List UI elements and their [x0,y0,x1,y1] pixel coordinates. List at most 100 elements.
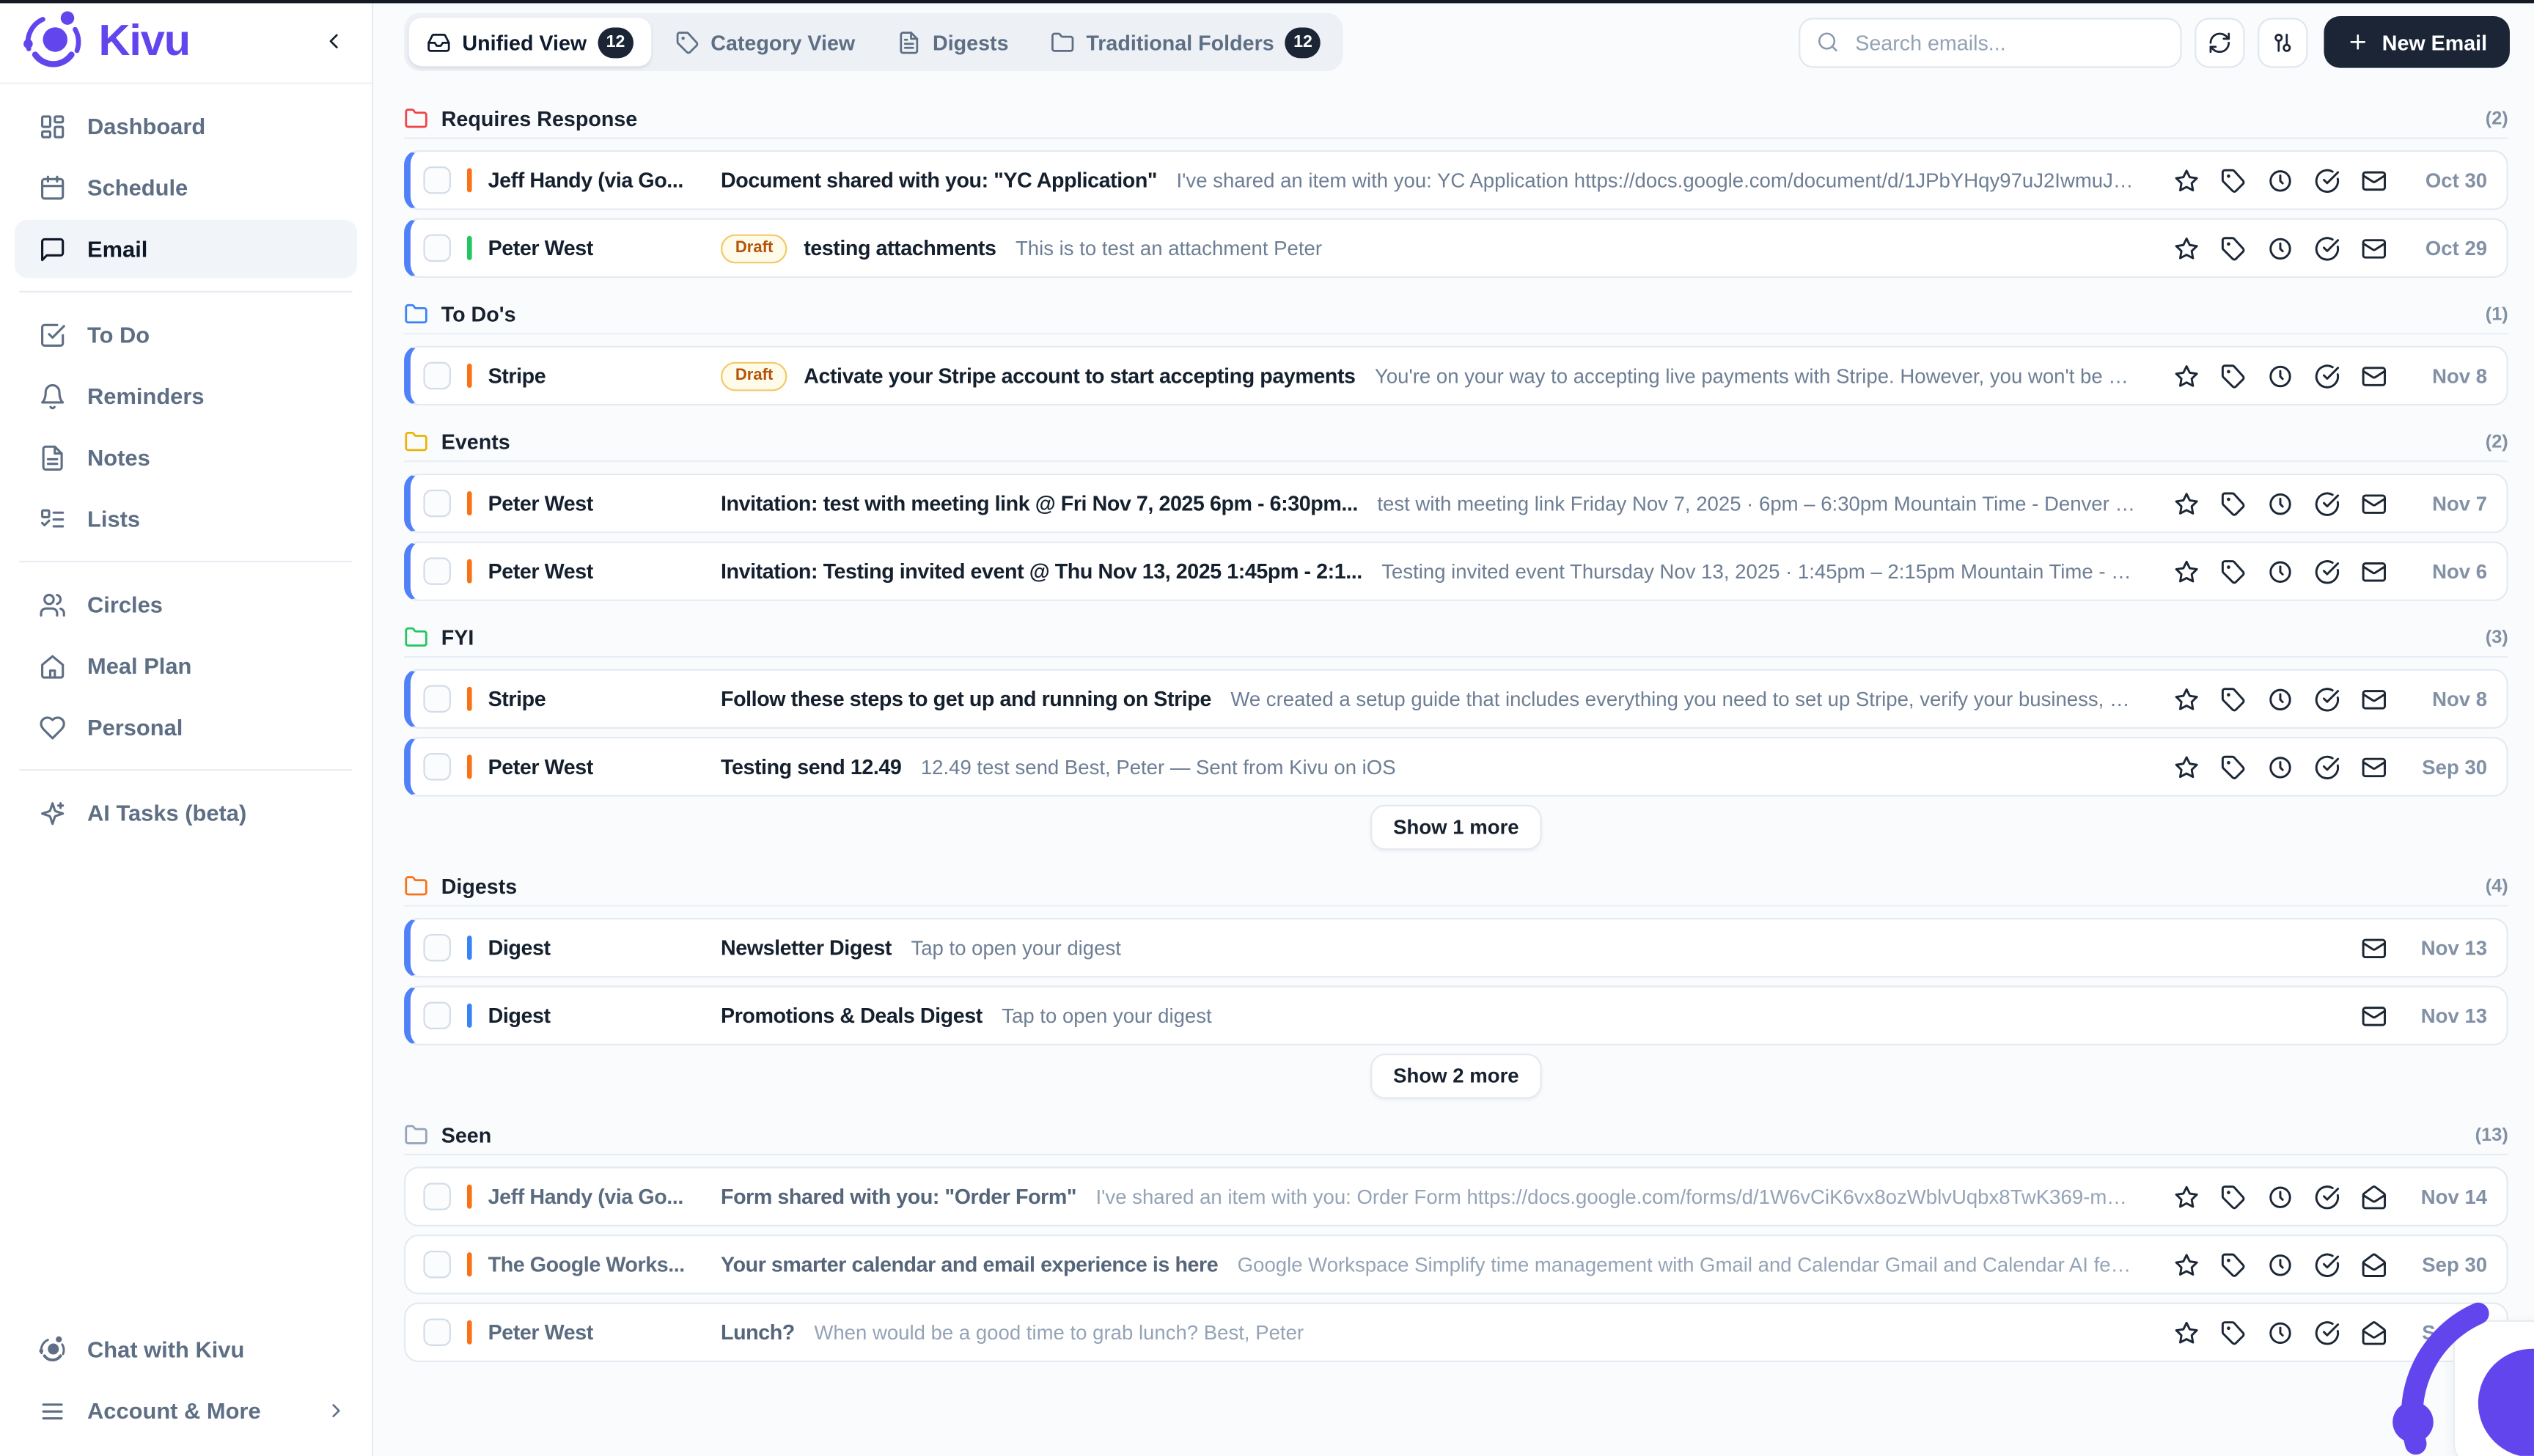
row-checkbox[interactable] [423,1318,451,1347]
snooze-icon[interactable] [2267,1320,2293,1345]
snooze-icon[interactable] [2267,559,2293,584]
row-checkbox[interactable] [423,166,451,194]
row-checkbox[interactable] [423,933,451,962]
mark-done-icon[interactable] [2314,686,2340,712]
sidebar-item-dashboard[interactable]: Dashboard [15,97,357,155]
tab-traditional-folders[interactable]: Traditional Folders 12 [1033,18,1339,66]
sidebar-item-chat-with-kivu[interactable]: Chat with Kivu [15,1320,357,1378]
mark-unread-icon[interactable] [2361,935,2387,960]
email-row[interactable]: Peter West Invitation: test with meeting … [404,473,2508,534]
tag-icon[interactable] [2220,235,2246,261]
mark-unread-icon[interactable] [2361,686,2387,712]
sidebar-item-to-do[interactable]: To Do [15,306,357,364]
snooze-icon[interactable] [2267,754,2293,779]
email-row[interactable]: Jeff Handy (via Go... Document shared wit… [404,150,2508,210]
row-checkbox[interactable] [423,234,451,262]
sidebar-item-schedule[interactable]: Schedule [15,158,357,216]
tab-digests[interactable]: Digests [879,18,1027,66]
email-row[interactable]: Stripe Follow these steps to get up and r… [404,669,2508,729]
mark-done-icon[interactable] [2314,235,2340,261]
star-icon[interactable] [2174,686,2200,712]
tag-icon[interactable] [2220,1251,2246,1277]
mark-read-icon[interactable] [2361,1251,2387,1277]
sidebar-item-notes[interactable]: Notes [15,428,357,486]
star-icon[interactable] [2174,490,2200,516]
mark-unread-icon[interactable] [2361,559,2387,584]
mark-done-icon[interactable] [2314,167,2340,193]
sidebar-item-reminders[interactable]: Reminders [15,367,357,424]
snooze-icon[interactable] [2267,686,2293,712]
mark-done-icon[interactable] [2314,1184,2340,1210]
row-checkbox[interactable] [423,1183,451,1210]
snooze-icon[interactable] [2267,1251,2293,1277]
tab-unified-view[interactable]: Unified View 12 [408,18,651,67]
snooze-icon[interactable] [2267,235,2293,261]
row-checkbox[interactable] [423,1001,451,1030]
email-row[interactable]: Peter West Invitation: Testing invited ev… [404,541,2508,601]
row-checkbox[interactable] [423,1250,451,1279]
show-more-button[interactable]: Show 1 more [1370,804,1542,850]
mark-done-icon[interactable] [2314,490,2340,516]
star-icon[interactable] [2174,754,2200,779]
mark-done-icon[interactable] [2314,754,2340,779]
new-email-button[interactable]: New Email [2324,16,2510,68]
mark-unread-icon[interactable] [2361,363,2387,389]
sidebar-collapse-button[interactable] [318,26,349,56]
mark-done-icon[interactable] [2314,363,2340,389]
search-input[interactable] [1851,28,2164,56]
sidebar-item-email[interactable]: Email [14,219,358,279]
email-row[interactable]: Peter West Draft testing attachments This i… [404,218,2508,279]
star-icon[interactable] [2174,235,2200,261]
sidebar-item-account-more[interactable]: Account & More [15,1382,357,1440]
mark-done-icon[interactable] [2314,1251,2340,1277]
row-checkbox[interactable] [423,753,451,781]
tag-icon[interactable] [2220,1320,2246,1345]
star-icon[interactable] [2174,559,2200,584]
kivu-chat-widget-icon[interactable] [2389,1278,2534,1456]
tag-icon[interactable] [2220,363,2246,389]
star-icon[interactable] [2174,1320,2200,1345]
tag-icon[interactable] [2220,167,2246,193]
mark-read-icon[interactable] [2361,1320,2387,1345]
row-checkbox[interactable] [423,685,451,713]
email-row[interactable]: Jeff Handy (via Go... Form shared with yo… [404,1166,2508,1227]
email-row[interactable]: Digest Promotions & Deals Digest Tap to op… [404,985,2508,1046]
mark-unread-icon[interactable] [2361,235,2387,261]
sidebar-item-personal[interactable]: Personal [15,698,357,756]
mark-unread-icon[interactable] [2361,490,2387,516]
snooze-icon[interactable] [2267,1184,2293,1210]
mark-done-icon[interactable] [2314,1320,2340,1345]
refresh-button[interactable] [2195,17,2245,67]
tag-icon[interactable] [2220,1184,2246,1210]
email-row[interactable]: Digest Newsletter Digest Tap to open your … [404,917,2508,978]
tag-icon[interactable] [2220,559,2246,584]
sidebar-item-lists[interactable]: Lists [15,490,357,548]
mark-read-icon[interactable] [2361,1184,2387,1210]
sidebar-item-circles[interactable]: Circles [15,576,357,633]
snooze-icon[interactable] [2267,490,2293,516]
snooze-icon[interactable] [2267,167,2293,193]
mark-unread-icon[interactable] [2361,1003,2387,1029]
row-checkbox[interactable] [423,361,451,390]
snooze-icon[interactable] [2267,363,2293,389]
row-checkbox[interactable] [423,557,451,585]
tag-icon[interactable] [2220,754,2246,779]
star-icon[interactable] [2174,363,2200,389]
tag-icon[interactable] [2220,490,2246,516]
filter-settings-button[interactable] [2258,17,2308,67]
tab-category-view[interactable]: Category View [658,18,873,66]
sidebar-item-meal-plan[interactable]: Meal Plan [15,636,357,694]
show-more-button[interactable]: Show 2 more [1370,1054,1542,1099]
email-row[interactable]: Stripe Draft Activate your Stripe account … [404,345,2508,406]
mark-unread-icon[interactable] [2361,754,2387,779]
email-row[interactable]: Peter West Lunch? When would be a good tim… [404,1302,2508,1363]
email-row[interactable]: Peter West Testing send 12.49 12.49 test s… [404,737,2508,797]
star-icon[interactable] [2174,1251,2200,1277]
row-checkbox[interactable] [423,489,451,518]
email-row[interactable]: The Google Works... Your smarter calendar… [404,1234,2508,1295]
tag-icon[interactable] [2220,686,2246,712]
sidebar-item-ai-tasks-beta[interactable]: AI Tasks (beta) [15,784,357,842]
star-icon[interactable] [2174,1184,2200,1210]
mark-done-icon[interactable] [2314,559,2340,584]
star-icon[interactable] [2174,167,2200,193]
